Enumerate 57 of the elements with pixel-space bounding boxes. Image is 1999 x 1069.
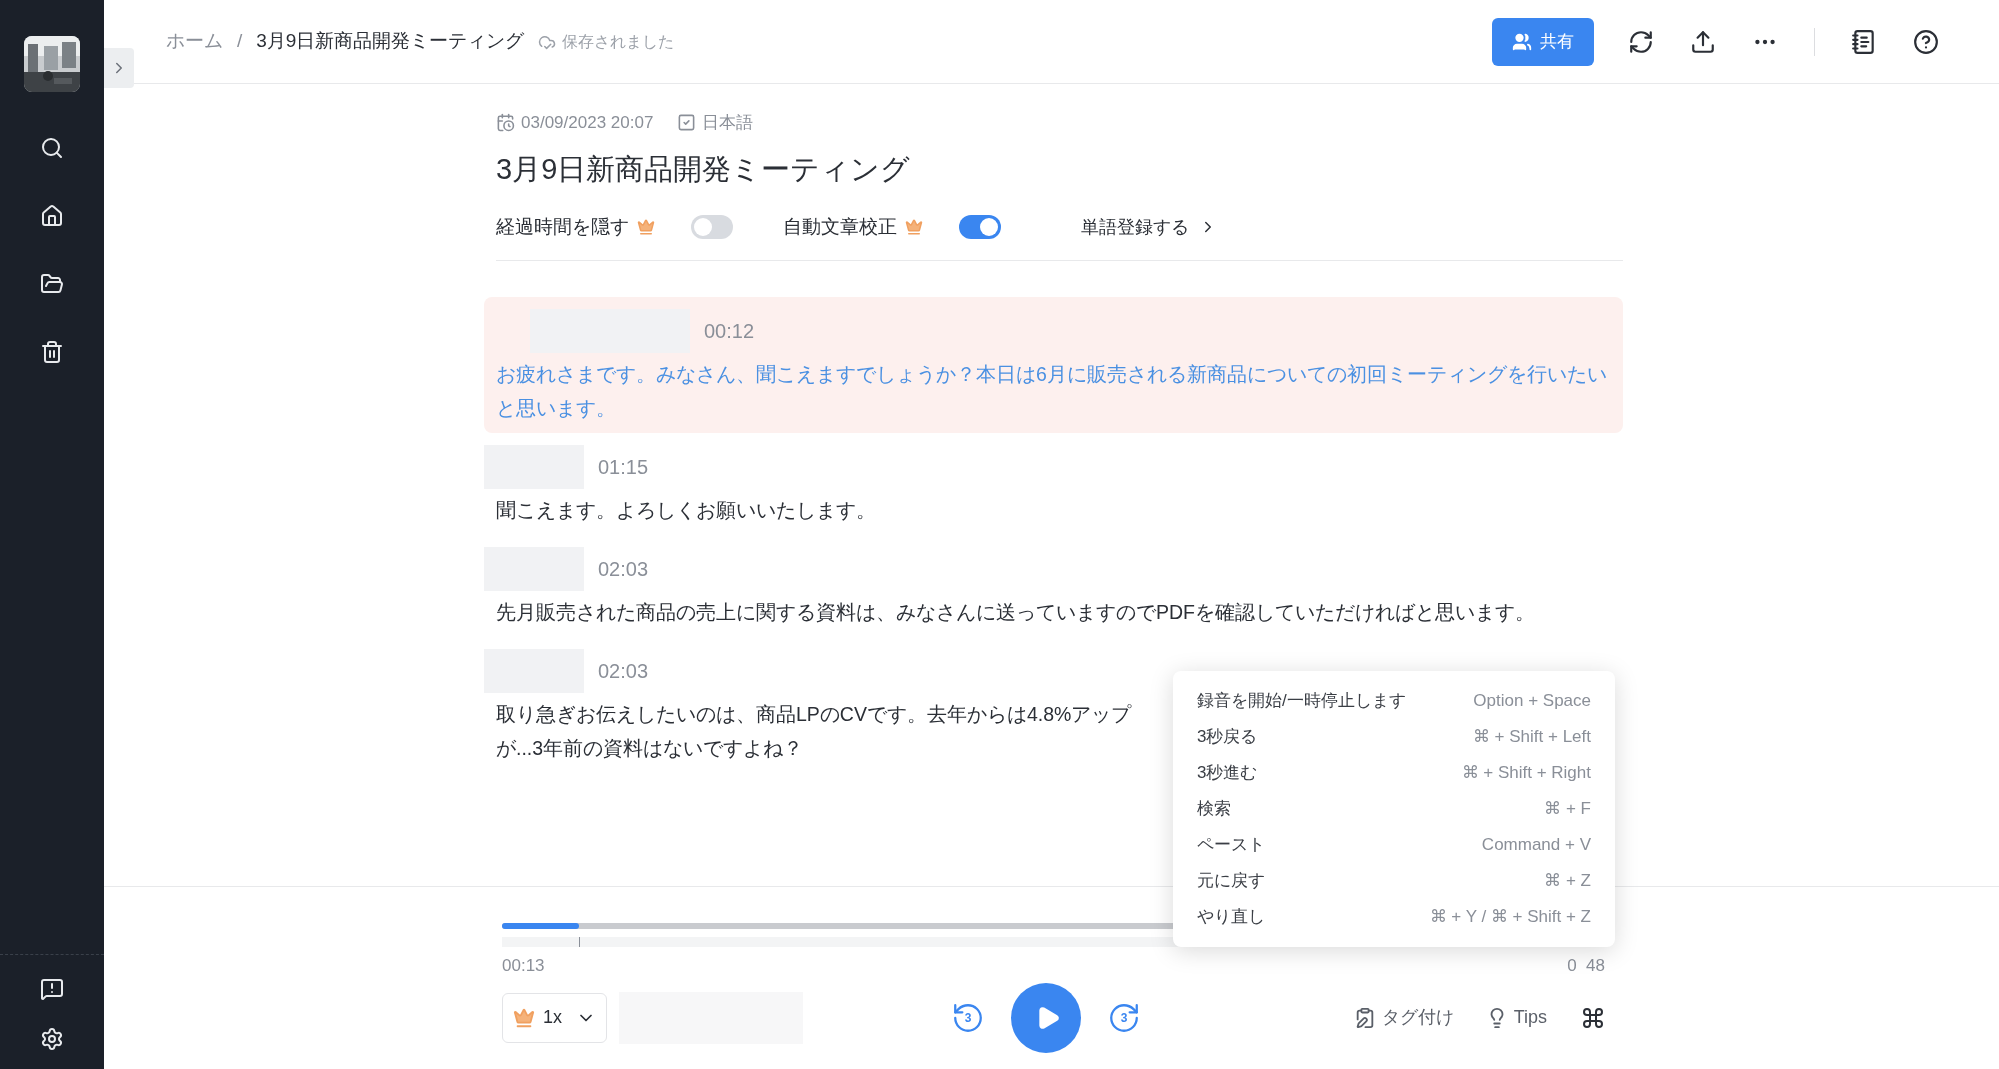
current-time: 00:13 bbox=[502, 955, 545, 977]
sync-icon[interactable] bbox=[1628, 28, 1654, 55]
transcript-text: お疲れさまです。みなさん、聞こえますでしょうか？本日は6月に販売される新商品についての初回ミーティングを行いたいと思います。 bbox=[496, 361, 1608, 421]
shortcut-action: やり直し bbox=[1197, 906, 1265, 929]
command-icon[interactable] bbox=[1581, 1005, 1605, 1030]
timestamp: 01:15 bbox=[598, 454, 649, 480]
speed-select[interactable]: 1x bbox=[502, 992, 607, 1043]
meeting-title: 3月9日新商品開発ミーティング bbox=[496, 151, 912, 187]
breadcrumb-separator: / bbox=[237, 29, 243, 54]
shortcut-action: 元に戻す bbox=[1197, 870, 1265, 893]
notes-icon[interactable] bbox=[1851, 28, 1877, 55]
timestamp: 02:03 bbox=[598, 658, 649, 684]
timestamp: 00:12 bbox=[704, 318, 755, 344]
meeting-datetime: 03/09/2023 20:07 bbox=[521, 112, 654, 134]
search-icon[interactable] bbox=[40, 136, 64, 160]
transcript-text: 先月販売された商品の売上に関する資料は、みなさんに送っていますのでPDFを確認していただければと思います。 bbox=[496, 599, 1536, 625]
feedback-icon[interactable] bbox=[40, 977, 64, 1001]
tips-button[interactable]: Tips bbox=[1485, 1004, 1547, 1031]
shortcut-keys: Option + Space bbox=[1473, 688, 1591, 714]
calendar-icon bbox=[496, 113, 515, 133]
toggle-switch[interactable] bbox=[959, 215, 1001, 240]
meeting-language: 日本語 bbox=[702, 112, 754, 134]
option-label: 自動文章校正 bbox=[783, 215, 897, 239]
option-label: 経過時間を隠す bbox=[496, 215, 629, 239]
word-registration-link[interactable]: 単語登録する bbox=[1081, 213, 1217, 241]
end-time: 0 48 bbox=[1567, 955, 1605, 977]
crown-icon bbox=[637, 218, 655, 237]
timestamp: 02:03 bbox=[598, 556, 649, 582]
transcript-line: 取り急ぎお伝えしたいのは、商品LPのCVです。去年からは4.8%アップ bbox=[496, 701, 1132, 727]
shortcut-action: 録音を開始/一時停止します bbox=[1197, 690, 1406, 713]
shortcut-keys: ⌘ + Shift + Left bbox=[1472, 724, 1591, 750]
transcript-line: が...3年前の資料はないですよね？ bbox=[496, 735, 804, 761]
shortcut-action: 検索 bbox=[1197, 798, 1231, 821]
trash-icon[interactable] bbox=[40, 340, 64, 364]
rewind-button[interactable]: 3 bbox=[951, 1000, 985, 1035]
shortcut-keys: ⌘ + Z bbox=[1544, 868, 1591, 894]
shortcut-action: ペースト bbox=[1197, 834, 1265, 857]
people-icon bbox=[1512, 31, 1532, 52]
tag-button[interactable]: タグ付け bbox=[1353, 1004, 1454, 1031]
crown-icon bbox=[905, 218, 923, 237]
breadcrumb-current: 3月9日新商品開発ミーティング bbox=[256, 29, 525, 54]
save-status: 保存されました bbox=[562, 31, 675, 52]
language-icon bbox=[677, 113, 697, 133]
toggle-switch[interactable] bbox=[691, 215, 733, 240]
settings-icon[interactable] bbox=[40, 1027, 64, 1051]
home-icon[interactable] bbox=[40, 204, 64, 228]
shortcut-keys: ⌘ + Y / ⌘ + Shift + Z bbox=[1429, 904, 1591, 930]
shared-folder-icon[interactable] bbox=[40, 272, 64, 296]
forward-button[interactable]: 3 bbox=[1107, 1000, 1141, 1035]
help-icon[interactable] bbox=[1913, 28, 1939, 55]
shortcut-keys: ⌘ + F bbox=[1544, 796, 1591, 822]
upload-icon[interactable] bbox=[1690, 28, 1716, 55]
crown-icon bbox=[513, 1006, 535, 1029]
shortcut-keys: Command + V bbox=[1481, 832, 1591, 858]
shortcut-action: 3秒戻る bbox=[1197, 726, 1258, 749]
transcript-text: 聞こえます。よろしくお願いいたします。 bbox=[496, 497, 877, 523]
share-button[interactable]: 共有 bbox=[1492, 17, 1594, 66]
